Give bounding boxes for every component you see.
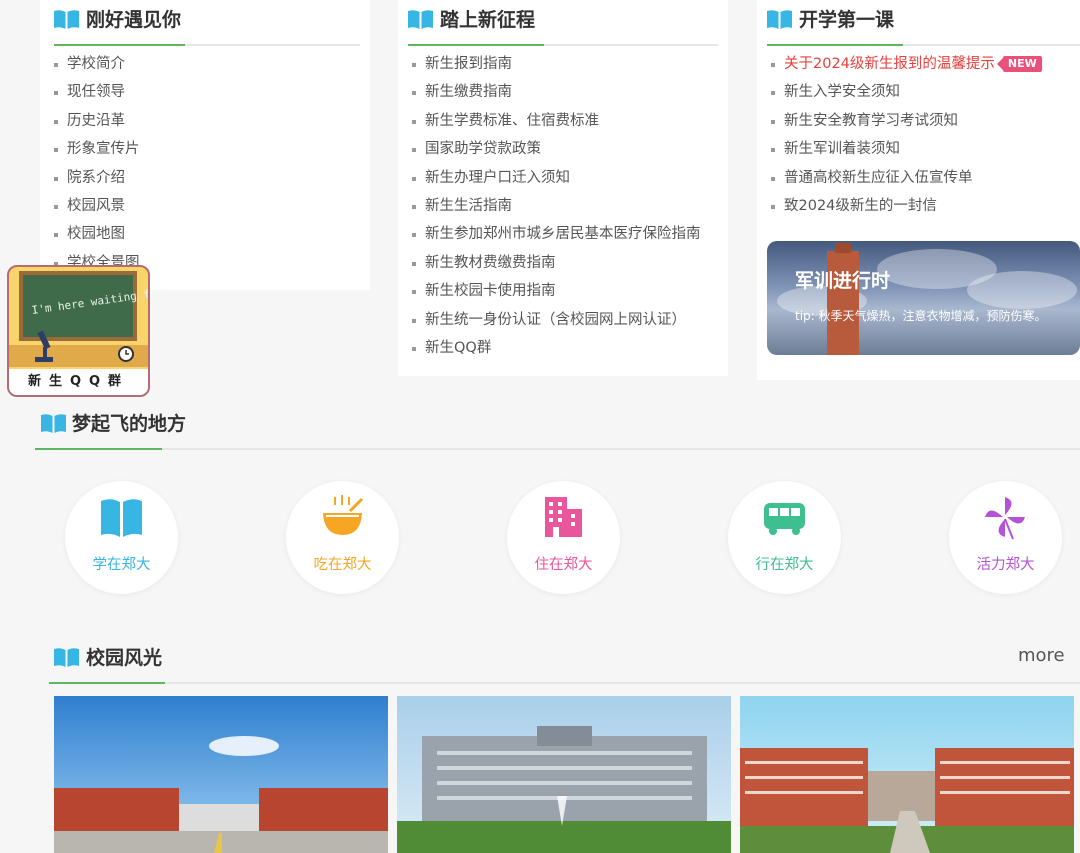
link-list-col2: 新生报到指南 新生缴费指南 新生学费标准、住宿费标准 国家助学贷款政策 新生办理… — [411, 50, 701, 362]
board-text: I'm here waiting for you — [30, 282, 150, 317]
book-icon — [408, 10, 433, 29]
circle-label: 住在郑大 — [534, 557, 593, 573]
book-icon — [767, 10, 792, 29]
hot-item-text: 关于2024级新生报到的温馨提示 — [784, 56, 995, 72]
column-gangha: 刚好遇见你 学校简介 现任领导 历史沿革 形象宣传片 院系介绍 校园风景 校园地… — [40, 0, 370, 290]
list-item[interactable]: 学校简介 — [53, 50, 140, 78]
list-item[interactable]: 形象宣传片 — [53, 135, 140, 163]
list-item[interactable]: 致2024级新生的一封信 — [770, 192, 1042, 220]
campus-photo-dorms[interactable] — [740, 696, 1074, 853]
list-item[interactable]: 新生报到指南 — [411, 50, 701, 78]
vitality-card[interactable]: 活力郑大 — [949, 481, 1062, 594]
list-item[interactable]: 新生统一身份认证（含校园网上网认证） — [411, 306, 701, 334]
section-header-col2: 踏上新征程 — [408, 0, 718, 46]
section-header-col1: 刚好遇见你 — [54, 0, 360, 46]
book-icon — [41, 414, 66, 433]
book-icon — [54, 648, 79, 667]
live-card[interactable]: 住在郑大 — [507, 481, 620, 594]
section-title: 踏上新征程 — [440, 9, 536, 31]
list-item[interactable]: 新生军训着装须知 — [770, 135, 1042, 163]
campus-photo-gate[interactable] — [54, 696, 388, 853]
list-item[interactable]: 新生学费标准、住宿费标准 — [411, 107, 701, 135]
list-item[interactable]: 新生办理户口迁入须知 — [411, 164, 701, 192]
list-item[interactable]: 新生缴费指南 — [411, 78, 701, 106]
qq-group-card[interactable]: I'm here waiting for you 新生QQ群 — [7, 265, 150, 397]
bus-icon — [764, 503, 805, 535]
section-title: 刚好遇见你 — [86, 9, 182, 31]
circle-label: 学在郑大 — [92, 557, 151, 573]
microscope-icon — [35, 330, 53, 362]
new-badge: NEW — [996, 56, 1042, 72]
qq-group-label: 新生QQ群 — [9, 369, 148, 395]
building-icon — [545, 497, 582, 537]
list-item[interactable]: 校园风景 — [53, 192, 140, 220]
section-title: 开学第一课 — [799, 9, 895, 31]
list-item[interactable]: 新生教材费缴费指南 — [411, 249, 701, 277]
clock-icon — [118, 346, 134, 362]
campus-photo-main-building[interactable] — [397, 696, 731, 853]
list-item[interactable]: 新生参加郑州市城乡居民基本医疗保险指南 — [411, 220, 701, 248]
military-training-banner[interactable]: 军训进行时 tip: 秋季天气燥热，注意衣物增减，预防伤寒。 — [767, 241, 1080, 355]
list-item[interactable]: 新生安全教育学习考试须知 — [770, 107, 1042, 135]
list-item[interactable]: 新生QQ群 — [411, 334, 701, 362]
eat-card[interactable]: 吃在郑大 — [286, 481, 399, 594]
circle-label: 活力郑大 — [976, 557, 1035, 573]
link-list-col1: 学校简介 现任领导 历史沿革 形象宣传片 院系介绍 校园风景 校园地图 学校全景… — [53, 50, 140, 277]
circle-label: 行在郑大 — [755, 557, 814, 573]
section-header-dream: 梦起飞的地方 — [35, 403, 1080, 450]
link-list-col3: 关于2024级新生报到的温馨提示 NEW 新生入学安全须知 新生安全教育学习考试须… — [770, 50, 1042, 220]
travel-card[interactable]: 行在郑大 — [728, 481, 841, 594]
list-item[interactable]: 院系介绍 — [53, 164, 140, 192]
section-title: 校园风光 — [86, 647, 163, 669]
book-icon — [54, 10, 79, 29]
list-item[interactable]: 新生校园卡使用指南 — [411, 277, 701, 305]
list-item[interactable]: 国家助学贷款政策 — [411, 135, 701, 163]
list-item[interactable]: 新生生活指南 — [411, 192, 701, 220]
section-header-scenery: 校园风光 — [49, 638, 1080, 684]
study-card[interactable]: 学在郑大 — [65, 481, 178, 594]
bowl-icon — [323, 495, 364, 535]
list-item[interactable]: 校园地图 — [53, 220, 140, 248]
list-item[interactable]: 新生入学安全须知 — [770, 78, 1042, 106]
section-header-col3: 开学第一课 — [767, 0, 1080, 46]
list-item[interactable]: 历史沿革 — [53, 107, 140, 135]
banner-tip: tip: 秋季天气燥热，注意衣物增减，预防伤寒。 — [795, 309, 1047, 323]
list-item[interactable]: 普通高校新生应征入伍宣传单 — [770, 164, 1042, 192]
column-new-journey: 踏上新征程 新生报到指南 新生缴费指南 新生学费标准、住宿费标准 国家助学贷款政… — [398, 0, 728, 376]
more-link[interactable]: more — [1018, 645, 1065, 666]
list-item[interactable]: 现任领导 — [53, 78, 140, 106]
section-title: 梦起飞的地方 — [72, 413, 187, 435]
pinwheel-icon — [985, 497, 1025, 540]
banner-title: 军训进行时 — [795, 270, 891, 292]
circle-label: 吃在郑大 — [313, 557, 372, 573]
book-icon — [101, 499, 142, 537]
list-item-hot[interactable]: 关于2024级新生报到的温馨提示 NEW — [770, 50, 1042, 78]
